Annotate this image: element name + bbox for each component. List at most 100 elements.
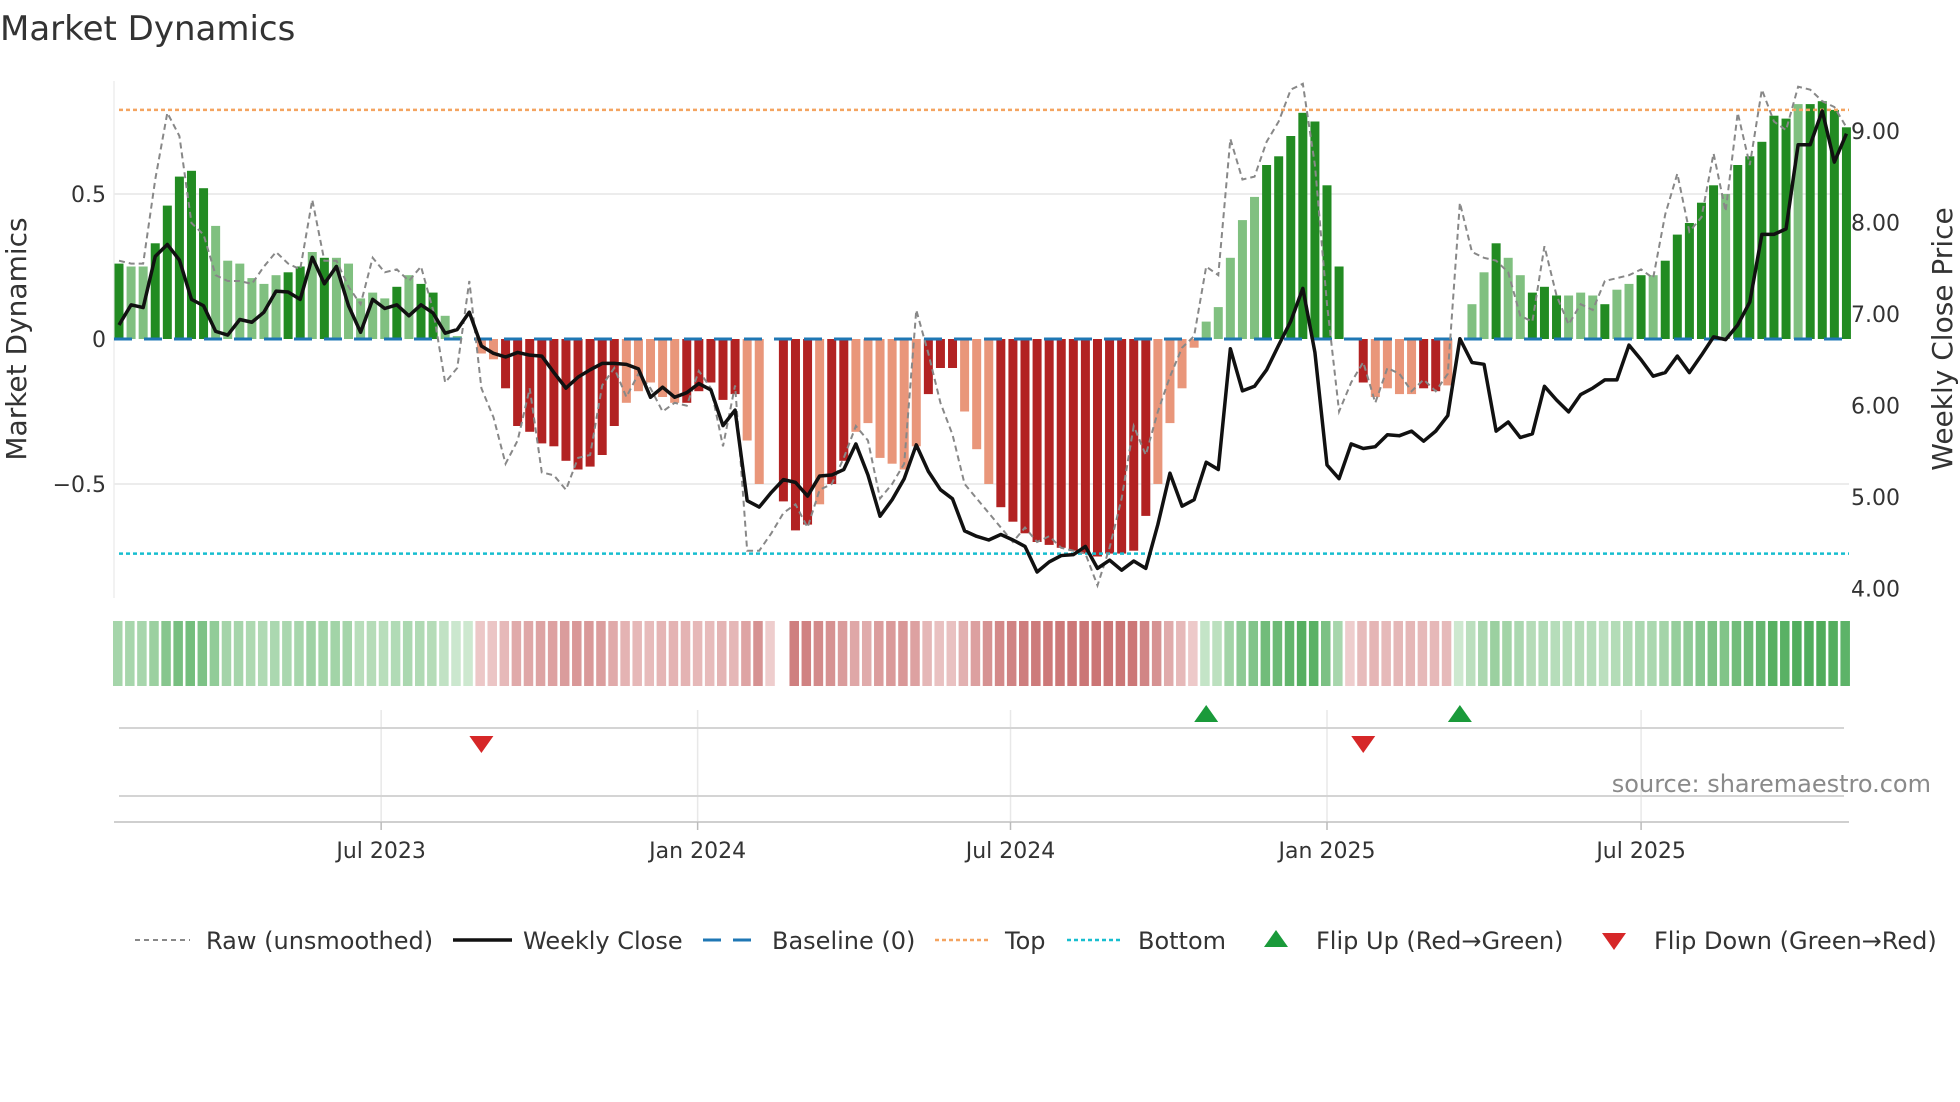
regime-cell bbox=[1574, 621, 1585, 686]
regime-cell bbox=[1550, 621, 1561, 686]
bar bbox=[1636, 275, 1646, 339]
right-tick-label: 6.00 bbox=[1851, 395, 1900, 420]
bar bbox=[1600, 304, 1610, 339]
legend-item-bottom[interactable]: Bottom bbox=[1067, 927, 1226, 955]
regime-cell bbox=[1514, 621, 1524, 686]
legend-label-close: Weekly Close bbox=[523, 927, 683, 955]
bar bbox=[1709, 185, 1719, 339]
regime-cell bbox=[789, 621, 799, 686]
regime-cell bbox=[1333, 621, 1343, 686]
legend-item-close[interactable]: Weekly Close bbox=[453, 927, 683, 955]
regime-cell bbox=[330, 621, 340, 686]
legend-item-flip-up[interactable]: Flip Up (Red→Green) bbox=[1264, 927, 1564, 955]
legend-label-flip-down: Flip Down (Green→Red) bbox=[1654, 927, 1937, 955]
regime-cell bbox=[1478, 621, 1488, 686]
left-tick-label: −0.5 bbox=[53, 473, 106, 498]
regime-cell bbox=[523, 621, 534, 686]
bar bbox=[1817, 101, 1827, 339]
regime-cell bbox=[487, 621, 497, 686]
regime-cell bbox=[1296, 621, 1307, 686]
regime-cell bbox=[584, 621, 594, 686]
market-dynamics-chart: Market Dynamics 0.5 0 −0.5 9.00 8.00 7.00 6.0… bbox=[0, 9, 1959, 955]
regime-cell bbox=[1284, 621, 1295, 686]
regime-cell bbox=[729, 621, 739, 686]
regime-cell bbox=[1816, 621, 1826, 686]
bar bbox=[488, 339, 498, 360]
bar bbox=[1080, 339, 1090, 554]
bar bbox=[646, 339, 656, 383]
legend-item-raw[interactable]: Raw (unsmoothed) bbox=[135, 927, 433, 955]
regime-cell bbox=[704, 621, 715, 686]
bar bbox=[863, 339, 873, 424]
legend-item-baseline[interactable]: Baseline (0) bbox=[703, 927, 915, 955]
bar bbox=[1105, 339, 1115, 554]
bar bbox=[1624, 283, 1634, 339]
regime-cell bbox=[233, 621, 244, 686]
regime-cell bbox=[668, 621, 679, 686]
regime-cell bbox=[1695, 621, 1705, 686]
legend-item-top[interactable]: Top bbox=[935, 927, 1046, 955]
regime-cell bbox=[402, 621, 413, 686]
bar bbox=[851, 339, 861, 432]
bar bbox=[126, 266, 136, 339]
regime-cell bbox=[765, 621, 775, 686]
regime-cell bbox=[1780, 621, 1790, 686]
regime-cell bbox=[849, 621, 860, 686]
regime-cell bbox=[1055, 621, 1065, 686]
legend-item-flip-down[interactable]: Flip Down (Green→Red) bbox=[1602, 927, 1937, 955]
regime-cell bbox=[680, 621, 691, 686]
bar bbox=[1841, 127, 1851, 339]
regime-cell bbox=[1707, 621, 1718, 686]
right-tick-label: 5.00 bbox=[1851, 486, 1900, 511]
regime-cell bbox=[1224, 621, 1234, 686]
bar bbox=[271, 275, 281, 339]
regime-cell bbox=[946, 621, 957, 686]
raw-unsmoothed-line bbox=[118, 82, 1848, 589]
bar bbox=[1310, 121, 1320, 339]
bar bbox=[790, 339, 800, 531]
regime-cell bbox=[1792, 621, 1802, 686]
bar bbox=[1237, 220, 1247, 339]
regime-cell bbox=[427, 621, 437, 686]
regime-cell bbox=[1490, 621, 1500, 686]
regime-cell bbox=[837, 621, 848, 686]
flip-down-marker bbox=[469, 736, 494, 753]
regime-cell bbox=[1188, 621, 1198, 686]
regime-cell bbox=[209, 621, 220, 686]
bar bbox=[935, 339, 945, 368]
regime-cell bbox=[270, 621, 280, 686]
regime-cell bbox=[1019, 621, 1029, 686]
legend: Raw (unsmoothed) Weekly Close Baseline (… bbox=[135, 927, 1937, 955]
bar bbox=[1370, 339, 1380, 397]
bar bbox=[1539, 286, 1549, 339]
regime-cell bbox=[970, 621, 981, 686]
bar bbox=[706, 339, 716, 383]
bar bbox=[1467, 304, 1477, 339]
regime-cell bbox=[1345, 621, 1355, 686]
bar bbox=[1431, 339, 1441, 392]
regime-cell bbox=[1200, 621, 1210, 686]
regime-cell bbox=[1260, 621, 1271, 686]
regime-cell bbox=[318, 621, 328, 686]
regime-cell bbox=[632, 621, 642, 686]
regime-cell bbox=[1103, 621, 1114, 686]
regime-cell bbox=[378, 621, 389, 686]
regime-cell bbox=[161, 621, 171, 686]
regime-cell bbox=[125, 621, 135, 686]
regime-cell bbox=[1393, 621, 1403, 686]
right-tick-label: 8.00 bbox=[1851, 212, 1900, 237]
bar bbox=[501, 339, 511, 389]
regime-cell bbox=[572, 621, 582, 686]
bar bbox=[742, 339, 752, 441]
regime-cell bbox=[1453, 621, 1464, 686]
regime-cell bbox=[1719, 621, 1730, 686]
regime-cell bbox=[1635, 621, 1645, 686]
regime-cell bbox=[149, 621, 159, 686]
bar bbox=[319, 257, 329, 339]
bar bbox=[1769, 115, 1779, 339]
flip-up-marker bbox=[1194, 705, 1219, 722]
regime-cell bbox=[922, 621, 932, 686]
left-axis-title: Market Dynamics bbox=[0, 217, 33, 460]
bar bbox=[1213, 307, 1223, 339]
regime-cell bbox=[608, 621, 618, 686]
